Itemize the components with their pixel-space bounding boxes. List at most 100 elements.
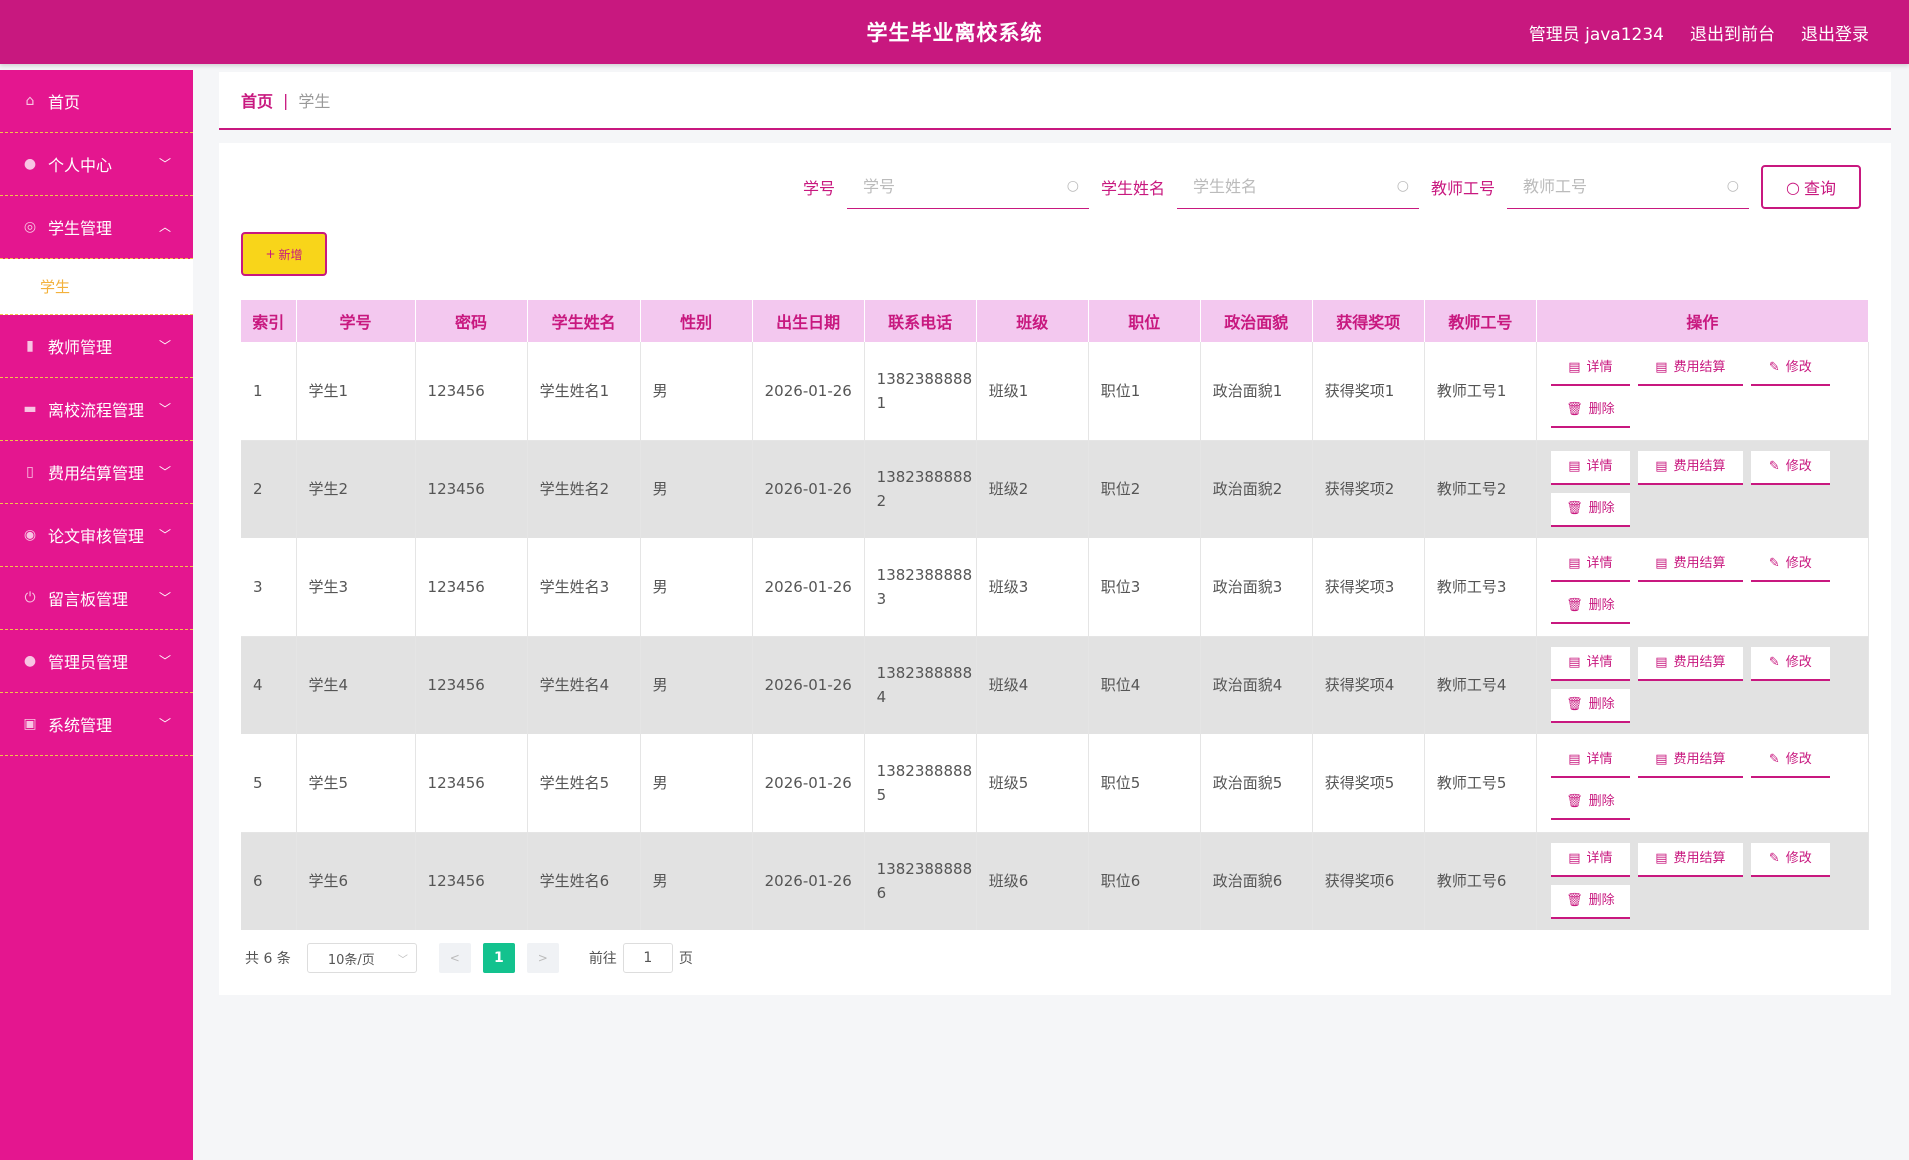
query-button-label: 查询 [1803,179,1836,198]
edit-button[interactable]: ✎ 修改 [1750,352,1830,386]
document-icon: ▤ [1655,556,1668,571]
total-count: 共 6 条 [245,951,291,967]
next-page-button[interactable]: > [526,943,559,973]
sidebar-item-student-management[interactable]: ◎ 学生管理 ︿ [0,196,193,259]
table-cell: 13823888885 [864,734,977,833]
student-id-input[interactable] [862,177,1053,196]
sidebar-item-label: 费用结算管理 [48,464,145,483]
submenu-item-student[interactable]: 学生 [0,259,193,315]
search-label-teacher-id: 教师工号 [1430,179,1495,198]
trash-icon: 🗑 [1566,500,1583,516]
sidebar-item-teacher-management[interactable]: ▮ 教师管理 ﹀ [0,315,193,378]
row-actions: ▤ 详情 ▤ 费用结算 ✎ 修改 🗑 删除 [1536,440,1870,538]
row-actions-line: 🗑 删除 [1550,590,1868,624]
table-cell: 学生姓名2 [527,440,641,538]
edit-button[interactable]: ✎ 修改 [1750,646,1830,681]
detail-button[interactable]: ▤ 详情 [1550,548,1630,582]
fee-settlement-button[interactable]: ▤ 费用结算 [1637,450,1743,485]
trash-icon: 🗑 [1566,598,1583,613]
delete-button[interactable]: 🗑 删除 [1550,786,1630,820]
table-cell: 13823888886 [864,832,977,930]
fee-settlement-button[interactable]: ▤ 费用结算 [1637,744,1743,778]
fee-settlement-button-label: 费用结算 [1673,654,1726,670]
teacher-id-input[interactable] [1523,177,1713,196]
search-icon: ○ [1726,178,1739,194]
column-header: 学号 [296,300,416,342]
sidebar-item-admin-management[interactable]: ● 管理员管理 ﹀ [0,630,193,693]
breadcrumb-home[interactable]: 首页 [241,88,273,112]
detail-button[interactable]: ▤ 详情 [1550,744,1630,778]
sidebar-item-leave-process[interactable]: ▬ 离校流程管理 ﹀ [0,378,193,441]
column-header: 政治面貌 [1200,300,1313,342]
sidebar-item-label: 教师管理 [48,338,113,357]
table-cell: 政治面貌2 [1200,440,1313,538]
table-cell: 2026-01-26 [752,538,865,637]
detail-button[interactable]: ▤ 详情 [1550,842,1630,877]
table-cell: 123456 [415,734,528,833]
add-button[interactable]: + 新增 [241,232,327,276]
main-panel: 学号 ○ 学生姓名 ○ 教师工号 ○ ○ 查询 + 新增 [219,143,1891,995]
row-actions: ▤ 详情 ▤ 费用结算 ✎ 修改 🗑 删除 [1536,734,1870,833]
prev-page-button[interactable]: < [438,943,471,973]
document-icon: ▤ [1655,654,1668,670]
table-cell: 学生姓名3 [527,538,641,637]
detail-button[interactable]: ▤ 详情 [1550,352,1630,386]
column-header: 出生日期 [752,300,865,342]
edit-button[interactable]: ✎ 修改 [1750,842,1830,877]
student-id-field[interactable]: ○ [846,165,1089,209]
search-label-student-id: 学号 [802,179,835,198]
delete-button[interactable]: 🗑 删除 [1550,394,1630,428]
page-size-select[interactable]: 10条/页 ﹀ [306,943,417,973]
sidebar-item-label: 首页 [48,93,81,112]
sidebar-item-thesis-review[interactable]: ◉ 论文审核管理 ﹀ [0,504,193,567]
goto-suffix: 页 [678,951,693,967]
exit-to-front-link[interactable]: 退出到前台 [1690,20,1775,45]
edit-button-label: 修改 [1785,850,1812,866]
detail-button[interactable]: ▤ 详情 [1550,646,1630,681]
column-header: 联系电话 [864,300,977,342]
edit-button-label: 修改 [1785,556,1812,571]
chevron-down-icon: ﹀ [397,955,408,966]
sidebar-item-fee-settlement[interactable]: ▯ 费用结算管理 ﹀ [0,441,193,504]
fee-settlement-button[interactable]: ▤ 费用结算 [1637,352,1743,386]
sidebar-item-system-management[interactable]: ▣ 系统管理 ﹀ [0,693,193,756]
query-button[interactable]: ○ 查询 [1761,165,1861,209]
fee-settlement-button[interactable]: ▤ 费用结算 [1637,842,1743,877]
sidebar-item-home[interactable]: ⌂ 首页 [0,70,193,133]
row-actions-line: 🗑 删除 [1550,492,1868,527]
column-header: 密码 [415,300,528,342]
fee-settlement-button[interactable]: ▤ 费用结算 [1637,548,1743,582]
page-size-value: 10条/页 [327,952,375,968]
goto-page-input[interactable]: 1 [622,943,673,973]
sidebar-item-message-board[interactable]: ⏻ 留言板管理 ﹀ [0,567,193,630]
document-icon: ▤ [1568,458,1581,474]
edit-button[interactable]: ✎ 修改 [1750,548,1830,582]
table-cell: 职位4 [1088,636,1201,734]
home-icon: ⌂ [25,93,35,109]
table-row: 2 学生2 123456 学生姓名2 男 2026-01-26 13823888882 班级2… [241,440,1870,538]
page-number-current[interactable]: 1 [482,943,515,973]
delete-button[interactable]: 🗑 删除 [1550,492,1630,527]
teacher-id-field[interactable]: ○ [1507,165,1749,209]
column-header: 教师工号 [1424,300,1537,342]
search-bar: 学号 ○ 学生姓名 ○ 教师工号 ○ ○ 查询 [791,165,1861,209]
detail-button[interactable]: ▤ 详情 [1550,450,1630,485]
logout-link[interactable]: 退出登录 [1801,20,1869,45]
delete-button[interactable]: 🗑 删除 [1550,590,1630,624]
row-actions-line: 🗑 删除 [1550,786,1868,820]
fee-settlement-button[interactable]: ▤ 费用结算 [1637,646,1743,681]
student-name-field[interactable]: ○ [1176,165,1419,209]
table-cell: 学生5 [296,734,416,833]
edit-button[interactable]: ✎ 修改 [1750,450,1830,485]
document-icon: ▤ [1568,752,1581,767]
delete-button[interactable]: 🗑 删除 [1550,688,1630,723]
delete-button[interactable]: 🗑 删除 [1550,884,1630,919]
column-header: 获得奖项 [1312,300,1425,342]
table-cell: 2026-01-26 [752,440,865,538]
breadcrumb-current: 学生 [298,92,331,111]
edit-button[interactable]: ✎ 修改 [1750,744,1830,778]
table-cell: 2 [241,440,297,538]
sidebar-item-personal-center[interactable]: ● 个人中心 ﹀ [0,133,193,196]
student-name-input[interactable] [1192,177,1383,196]
fee-settlement-button-label: 费用结算 [1673,752,1726,767]
